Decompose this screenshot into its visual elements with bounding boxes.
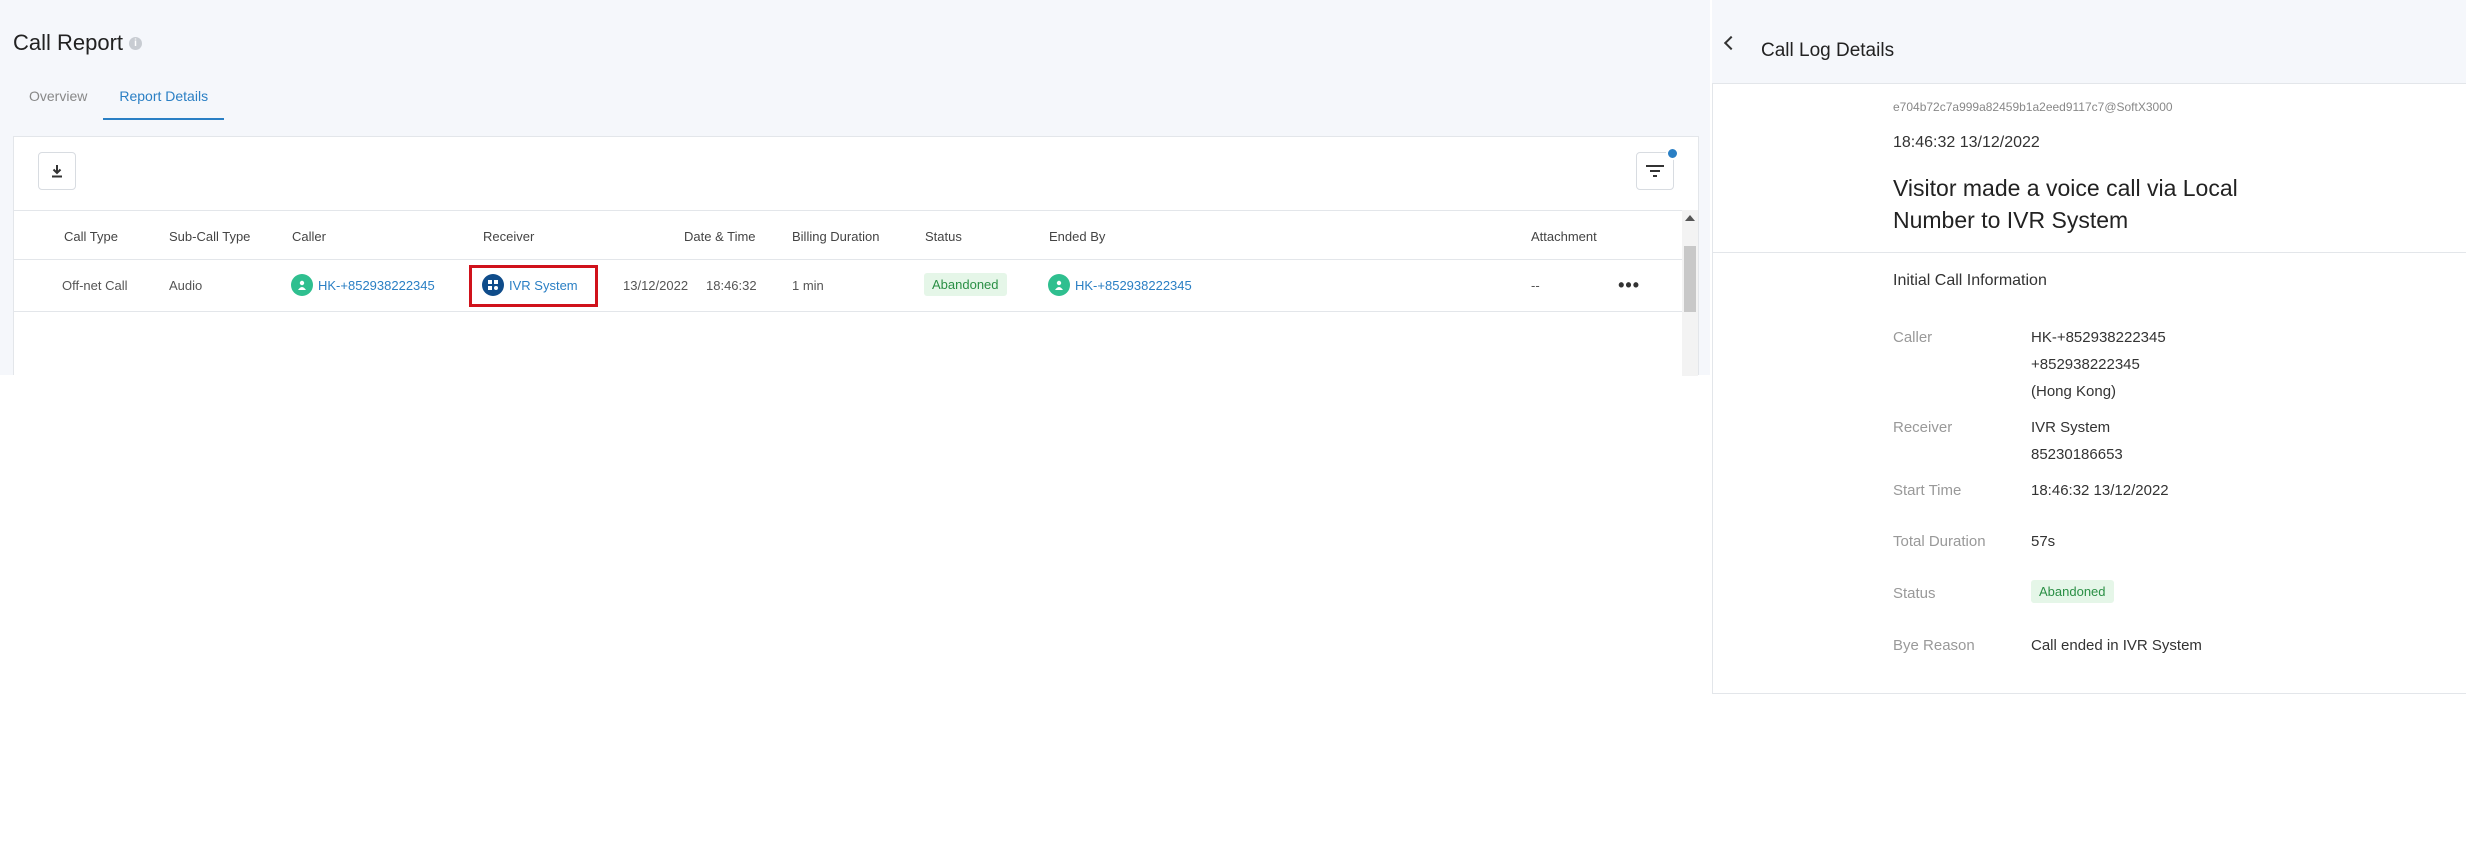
receiver-highlight-box — [469, 265, 598, 307]
cell-billing-duration: 1 min — [792, 278, 824, 293]
tab-overview[interactable]: Overview — [13, 82, 103, 120]
column-header-ended-by[interactable]: Ended By — [1049, 229, 1105, 244]
download-icon — [52, 165, 62, 178]
call-id: e704b72c7a999a82459b1a2eed9117c7@SoftX30… — [1893, 100, 2173, 114]
scrollbar-thumb[interactable] — [1684, 246, 1696, 312]
start-time-label: Start Time — [1893, 482, 1962, 499]
receiver-number: 85230186653 — [2031, 446, 2123, 463]
cell-ended-by[interactable]: HK-+852938222345 — [1048, 274, 1192, 296]
start-time-value: 18:46:32 13/12/2022 — [2031, 482, 2169, 499]
column-header-billing-duration[interactable]: Billing Duration — [792, 229, 879, 244]
tab-report-details[interactable]: Report Details — [103, 82, 225, 120]
cell-attachment: -- — [1531, 278, 1540, 293]
caller-link[interactable]: HK-+852938222345 — [318, 278, 435, 293]
cell-call-type: Off-net Call — [62, 278, 128, 293]
call-summary: Visitor made a voice call via Local Numb… — [1893, 175, 2238, 233]
cell-caller[interactable]: HK-+852938222345 — [291, 274, 435, 296]
divider — [1713, 252, 2466, 253]
back-icon[interactable] — [1723, 35, 1739, 51]
status-label: Status — [1893, 585, 1936, 602]
caller-label: Caller — [1893, 329, 1933, 346]
filter-button[interactable] — [1636, 147, 1679, 190]
receiver-name: IVR System — [2031, 419, 2111, 436]
cell-sub-call-type: Audio — [169, 278, 203, 293]
page-title-text: Call Report — [13, 30, 124, 55]
column-header-date-time[interactable]: Date & Time — [684, 229, 756, 244]
tab-bar: Overview Report Details — [13, 82, 225, 120]
column-header-caller[interactable]: Caller — [292, 229, 326, 244]
column-header-call-type[interactable]: Call Type — [64, 229, 118, 244]
page-title: Call Report i — [13, 30, 143, 56]
column-header-attachment[interactable]: Attachment — [1531, 229, 1597, 244]
details-panel-body: e704b72c7a999a82459b1a2eed9117c7@SoftX30… — [1712, 84, 2466, 694]
caller-number: +852938222345 — [2031, 356, 2140, 373]
bye-reason-label: Bye Reason — [1893, 637, 1975, 654]
total-duration-label: Total Duration — [1893, 533, 1986, 550]
call-timestamp: 18:46:32 13/12/2022 — [1893, 134, 2040, 151]
receiver-value: IVR System 85230186653 — [2031, 414, 2123, 468]
scroll-up-icon[interactable] — [1685, 215, 1695, 221]
download-button[interactable] — [38, 152, 76, 190]
caller-name: HK-+852938222345 — [2031, 329, 2166, 346]
status-badge: Abandoned — [924, 273, 1007, 296]
cell-status: Abandoned — [924, 273, 1007, 296]
table-header: Call Type Sub-Call Type Caller Receiver … — [14, 210, 1684, 260]
user-icon — [1048, 274, 1070, 296]
details-panel-header: Call Log Details — [1712, 0, 2466, 84]
filter-active-dot — [1666, 147, 1679, 160]
column-header-status[interactable]: Status — [925, 229, 962, 244]
bye-reason-value: Call ended in IVR System — [2031, 637, 2202, 654]
total-duration-value: 57s — [2031, 533, 2056, 550]
cell-time: 18:46:32 — [706, 278, 757, 293]
user-icon — [291, 274, 313, 296]
status-badge: Abandoned — [2031, 580, 2114, 603]
caller-value: HK-+852938222345 +852938222345 (Hong Kon… — [2031, 324, 2166, 405]
receiver-label: Receiver — [1893, 419, 1953, 436]
caller-region: (Hong Kong) — [2031, 383, 2117, 400]
ended-by-link[interactable]: HK-+852938222345 — [1075, 278, 1192, 293]
table-scrollbar[interactable] — [1682, 210, 1698, 376]
info-icon[interactable]: i — [129, 36, 143, 50]
panel-title: Call Log Details — [1761, 40, 1895, 61]
table-row[interactable]: Off-net Call Audio HK-+852938222345 IVR … — [14, 260, 1684, 312]
report-table-card: Call Type Sub-Call Type Caller Receiver … — [13, 136, 1699, 376]
column-header-sub-call-type[interactable]: Sub-Call Type — [169, 229, 250, 244]
filter-icon — [1646, 165, 1664, 177]
more-icon[interactable]: ••• — [1618, 275, 1640, 296]
column-header-receiver[interactable]: Receiver — [483, 229, 534, 244]
section-title: Initial Call Information — [1893, 272, 2047, 289]
cell-date: 13/12/2022 — [623, 278, 689, 293]
